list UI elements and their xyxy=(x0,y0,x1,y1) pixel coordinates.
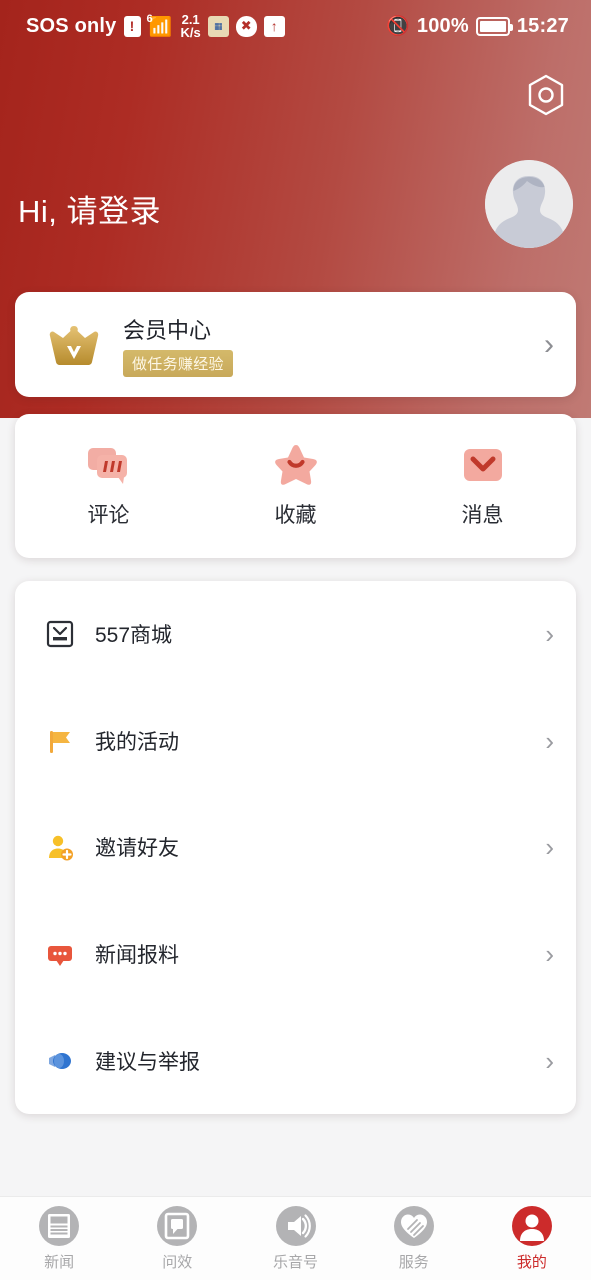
network-speed-indicator: 2.1 K/s xyxy=(181,13,201,39)
suggestion-report-icon xyxy=(43,1044,77,1078)
shield-block-icon: ✖ xyxy=(235,15,257,37)
member-center-card[interactable]: 会员中心 做任务赚经验 › xyxy=(15,292,576,397)
menu-item-invite-friends-label: 邀请好友 xyxy=(95,837,179,861)
menu-item-news-report-label: 新闻报料 xyxy=(95,944,179,968)
news-icon xyxy=(39,1206,80,1246)
quick-action-favorite[interactable]: 收藏 xyxy=(202,444,389,529)
inquiry-icon xyxy=(157,1206,198,1246)
alert-badge-icon: ! xyxy=(123,15,141,37)
audio-number-icon xyxy=(275,1206,316,1246)
default-avatar-icon xyxy=(485,160,573,248)
nav-item-audio-number[interactable]: 乐音号 xyxy=(236,1205,354,1272)
bottom-navigation: 新闻 问效 乐音号 服务 我的 xyxy=(0,1196,591,1280)
chevron-right-icon: › xyxy=(545,725,554,756)
settings-hexagon-icon xyxy=(528,74,564,116)
network-speed-unit: K/s xyxy=(180,25,201,40)
battery-percent-label: 100% xyxy=(416,14,469,37)
quick-action-favorite-label: 收藏 xyxy=(274,503,317,527)
profile-screen: SOS only ! 6 📶 2.1 K/s ▦ ✖ ↑ 📵 100% 15:2… xyxy=(0,0,591,1280)
message-envelope-icon xyxy=(458,444,508,488)
chevron-right-icon: › xyxy=(544,327,554,361)
news-report-icon xyxy=(43,937,77,971)
settings-button[interactable] xyxy=(523,72,569,118)
member-center-texts: 会员中心 做任务赚经验 xyxy=(123,313,544,377)
flag-icon xyxy=(43,724,77,758)
menu-item-my-activities[interactable]: 我的活动 › xyxy=(43,688,554,795)
status-bar: SOS only ! 6 📶 2.1 K/s ▦ ✖ ↑ 📵 100% 15:2… xyxy=(0,0,591,52)
profile-icon xyxy=(511,1206,552,1246)
menu-item-news-report[interactable]: 新闻报料 › xyxy=(43,901,554,1008)
quick-actions-card: 评论 收藏 消息 xyxy=(15,414,576,558)
clock-label: 15:27 xyxy=(516,14,569,37)
greeting-label[interactable]: Hi, 请登录 xyxy=(18,186,161,231)
nav-item-inquiry[interactable]: 问效 xyxy=(118,1205,236,1272)
mall-bag-icon xyxy=(43,617,77,651)
chevron-right-icon: › xyxy=(545,1045,554,1076)
chevron-right-icon: › xyxy=(545,832,554,863)
star-favorite-icon xyxy=(271,444,321,488)
quick-action-comment-label: 评论 xyxy=(87,503,130,527)
upload-arrow-icon: ↑ xyxy=(263,15,285,37)
nav-item-service[interactable]: 服务 xyxy=(355,1205,473,1272)
crown-icon xyxy=(47,318,101,372)
quick-action-message[interactable]: 消息 xyxy=(389,444,576,529)
menu-item-suggestion-report[interactable]: 建议与举报 › xyxy=(43,1007,554,1114)
member-center-badge: 做任务赚经验 xyxy=(123,349,233,377)
nav-item-service-label: 服务 xyxy=(398,1254,429,1271)
comment-bubbles-icon xyxy=(84,444,134,488)
menu-item-my-activities-label: 我的活动 xyxy=(95,730,179,754)
menu-item-invite-friends[interactable]: 邀请好友 › xyxy=(43,794,554,901)
nav-item-audio-number-label: 乐音号 xyxy=(273,1254,319,1271)
menu-item-mall[interactable]: 557商城 › xyxy=(43,581,554,688)
nav-item-profile-label: 我的 xyxy=(516,1254,547,1271)
status-bar-right: 📵 100% 15:27 xyxy=(386,14,569,38)
nav-item-news[interactable]: 新闻 xyxy=(0,1205,118,1272)
vibrate-icon: 📵 xyxy=(386,16,410,37)
chevron-right-icon: › xyxy=(545,619,554,650)
menu-item-mall-label: 557商城 xyxy=(95,624,173,648)
nav-item-profile[interactable]: 我的 xyxy=(473,1205,591,1272)
nav-item-inquiry-label: 问效 xyxy=(162,1254,193,1271)
service-heart-icon xyxy=(393,1206,434,1246)
battery-icon xyxy=(475,16,513,36)
status-bar-left: SOS only ! 6 📶 2.1 K/s ▦ ✖ ↑ xyxy=(26,13,285,39)
chevron-right-icon: › xyxy=(545,939,554,970)
carrier-label: SOS only xyxy=(26,14,117,37)
wifi-generation-label: 6 xyxy=(146,13,153,25)
card-icon: ▦ xyxy=(207,15,229,37)
invite-friend-icon xyxy=(43,830,77,864)
menu-card: 557商城 › 我的活动 › 邀请好友 › 新闻报料 › 建议与举报 › xyxy=(15,581,576,1114)
nav-item-news-label: 新闻 xyxy=(44,1254,75,1271)
menu-item-suggestion-report-label: 建议与举报 xyxy=(95,1050,200,1074)
wifi-icon: 6 📶 xyxy=(146,13,174,37)
member-center-title: 会员中心 xyxy=(123,317,212,343)
quick-action-message-label: 消息 xyxy=(461,503,504,527)
avatar[interactable] xyxy=(485,160,573,248)
quick-action-comment[interactable]: 评论 xyxy=(15,444,202,529)
